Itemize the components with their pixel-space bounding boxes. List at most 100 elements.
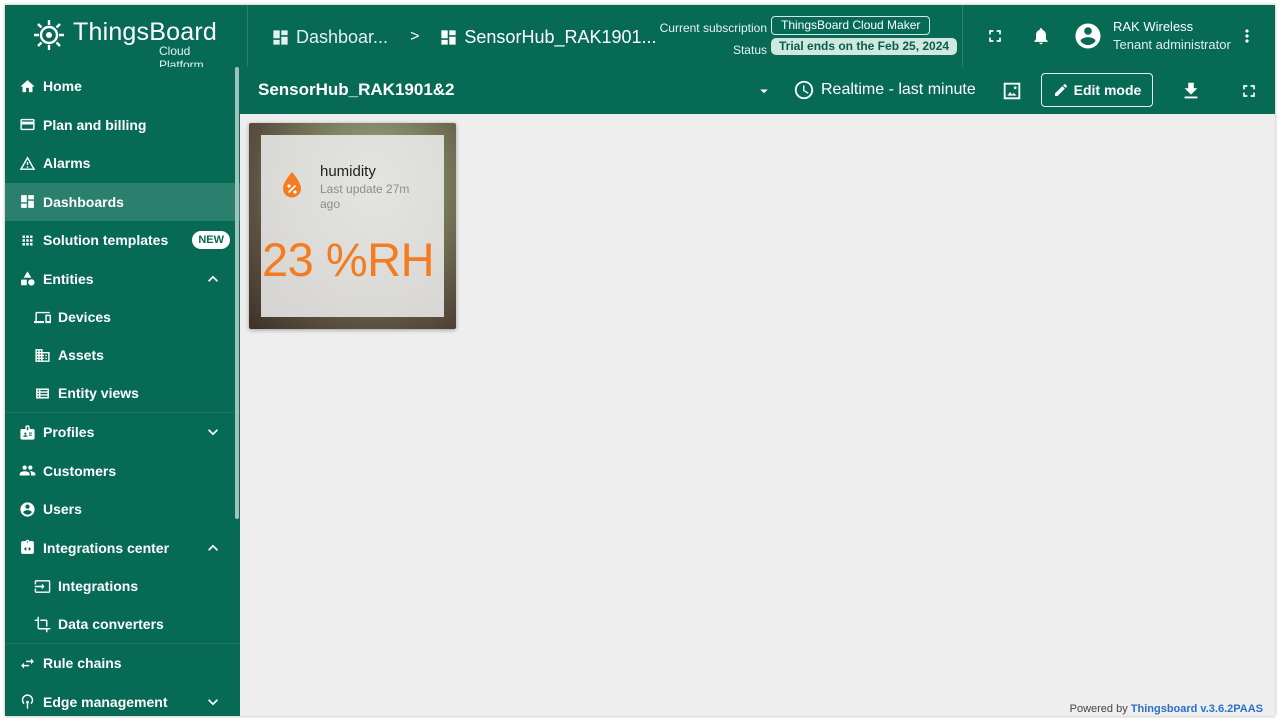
sidebar-item-solution-templates[interactable]: Solution templates NEW bbox=[5, 221, 240, 260]
breadcrumb-separator: > bbox=[410, 28, 420, 45]
edit-mode-label: Edit mode bbox=[1073, 82, 1142, 98]
top-header: ThingsBoard Cloud Platform Dashboar... >… bbox=[5, 5, 1275, 72]
sidebar-item-edge-management[interactable]: Edge management bbox=[5, 683, 240, 717]
humidity-value: 23 %RH bbox=[262, 233, 435, 286]
sidebar-item-label: Rule chains bbox=[43, 655, 122, 672]
widget-card: humidity Last update 27m ago 23 %RH bbox=[261, 135, 444, 317]
sidebar-scrollbar[interactable] bbox=[235, 67, 239, 519]
sidebar-item-label: Entities bbox=[43, 270, 94, 287]
sidebar-item-dashboards[interactable]: Dashboards bbox=[5, 182, 240, 221]
footer-powered-by: Powered by Thingsboard v.3.6.2PAAS bbox=[1070, 703, 1263, 715]
breadcrumb-current: SensorHub_RAK1901... bbox=[439, 26, 657, 48]
last-update-text: Last update 27m ago bbox=[320, 182, 410, 211]
sidebar-item-data-converters[interactable]: Data converters bbox=[5, 605, 240, 643]
timewindow-button[interactable]: Realtime - last minute bbox=[793, 79, 976, 101]
billing-icon bbox=[19, 116, 36, 133]
bell-icon bbox=[1034, 28, 1048, 45]
breadcrumb-label: SensorHub_RAK1901... bbox=[464, 26, 657, 47]
integrations-center-icon bbox=[19, 539, 36, 556]
breadcrumb: Dashboar... > SensorHub_RAK1901... bbox=[271, 25, 657, 49]
humidity-widget[interactable]: humidity Last update 27m ago 23 %RH bbox=[249, 123, 456, 329]
download-button[interactable] bbox=[1178, 78, 1204, 104]
sidebar-item-label: Edge management bbox=[43, 693, 168, 710]
sidebar-item-label: Dashboards bbox=[43, 193, 124, 210]
warning-icon bbox=[19, 155, 36, 172]
powered-prefix: Powered by bbox=[1069, 703, 1128, 715]
sidebar-item-label: Customers bbox=[43, 462, 117, 479]
sidebar-item-home[interactable]: Home bbox=[5, 67, 240, 106]
sidebar-item-rule-chains[interactable]: Rule chains bbox=[5, 644, 240, 683]
subscription-label: Current subscription bbox=[659, 21, 767, 35]
logo[interactable]: ThingsBoard Cloud Platform bbox=[29, 15, 219, 72]
devices-icon bbox=[34, 309, 51, 326]
sidebar-item-entities[interactable]: Entities bbox=[5, 260, 240, 299]
sidebar-item-alarms[interactable]: Alarms bbox=[5, 144, 240, 183]
sidebar-item-assets[interactable]: Assets bbox=[5, 336, 240, 374]
users-icon bbox=[19, 501, 36, 518]
customers-icon bbox=[19, 462, 36, 479]
profiles-icon bbox=[19, 424, 36, 441]
dashboard-icon bbox=[273, 29, 288, 45]
image-export-button[interactable] bbox=[999, 78, 1025, 104]
sidebar-item-label: Integrations center bbox=[43, 539, 170, 556]
user-name: RAK Wireless bbox=[1113, 19, 1194, 34]
sidebar-item-label: Data converters bbox=[58, 616, 164, 632]
plan-chip[interactable]: ThingsBoard Cloud Maker bbox=[771, 16, 931, 35]
breadcrumb-label: Dashboar... bbox=[296, 26, 389, 47]
assets-icon bbox=[34, 347, 51, 364]
sidebar-item-label: Alarms bbox=[43, 155, 91, 172]
sidebar: Home Plan and billing Alarms Dashboards … bbox=[5, 67, 240, 716]
status-label: Status bbox=[732, 43, 767, 57]
rule-chains-icon bbox=[19, 655, 36, 672]
sidebar-item-label: Plan and billing bbox=[43, 116, 147, 133]
sidebar-item-entity-views[interactable]: Entity views bbox=[5, 374, 240, 412]
thingsboard-version-link[interactable]: Thingsboard v.3.6.2PAAS bbox=[1131, 703, 1263, 715]
sidebar-item-label: Integrations bbox=[58, 578, 139, 594]
new-badge: NEW bbox=[192, 231, 230, 250]
humidity-drop-icon bbox=[283, 172, 301, 198]
user-menu-button[interactable] bbox=[1234, 23, 1260, 49]
thingsboard-logo-icon bbox=[34, 20, 64, 50]
sidebar-item-label: Home bbox=[43, 78, 82, 95]
dashboard-fullscreen-button[interactable] bbox=[1236, 78, 1262, 104]
header-divider bbox=[247, 5, 248, 67]
account-avatar-icon[interactable] bbox=[1073, 21, 1103, 51]
trial-status-badge: Trial ends on the Feb 25, 2024 bbox=[771, 38, 958, 55]
edge-icon bbox=[19, 693, 36, 710]
fullscreen-button[interactable] bbox=[982, 23, 1008, 49]
breadcrumb-dashboards[interactable]: Dashboar... bbox=[271, 27, 388, 48]
sidebar-item-customers[interactable]: Customers bbox=[5, 452, 240, 491]
home-icon bbox=[19, 78, 36, 95]
header-divider bbox=[962, 5, 963, 67]
chevron-up-icon bbox=[208, 544, 218, 551]
edit-mode-button[interactable]: Edit mode bbox=[1041, 73, 1153, 107]
dashboard-toolbar: SensorHub_RAK1901&2 Realtime - last minu… bbox=[240, 67, 1275, 114]
chevron-up-icon bbox=[208, 275, 218, 282]
sidebar-item-label: Solution templates bbox=[43, 232, 169, 249]
brand-name: ThingsBoard bbox=[73, 18, 217, 46]
sidebar-item-users[interactable]: Users bbox=[5, 490, 240, 529]
entity-views-icon bbox=[34, 385, 51, 402]
app-window: ThingsBoard Cloud Platform Dashboar... >… bbox=[5, 5, 1275, 716]
dashboard-icon bbox=[19, 193, 36, 210]
sidebar-item-plan-and-billing[interactable]: Plan and billing bbox=[5, 106, 240, 145]
widget-title: humidity bbox=[320, 163, 376, 180]
user-role: Tenant administrator bbox=[1113, 37, 1231, 52]
subscription-chips: ThingsBoard Cloud Maker Trial ends on th… bbox=[771, 16, 958, 55]
dropdown-arrow-icon[interactable] bbox=[755, 82, 773, 100]
sidebar-item-label: Assets bbox=[58, 347, 104, 363]
notifications-button[interactable] bbox=[1028, 23, 1054, 49]
sidebar-item-devices[interactable]: Devices bbox=[5, 298, 240, 336]
more-vert-icon bbox=[1245, 29, 1249, 43]
integrations-icon bbox=[34, 578, 51, 595]
converter-icon bbox=[34, 616, 51, 633]
sidebar-item-integrations-center[interactable]: Integrations center bbox=[5, 529, 240, 568]
clock-icon bbox=[794, 80, 814, 100]
grid-icon bbox=[19, 232, 36, 249]
sidebar-item-profiles[interactable]: Profiles bbox=[5, 413, 240, 452]
sidebar-item-integrations[interactable]: Integrations bbox=[5, 567, 240, 605]
fullscreen-icon bbox=[1243, 85, 1255, 97]
sidebar-item-label: Profiles bbox=[43, 424, 95, 441]
sidebar-item-label: Entity views bbox=[58, 385, 139, 401]
dashboard-title: SensorHub_RAK1901&2 bbox=[258, 80, 455, 99]
